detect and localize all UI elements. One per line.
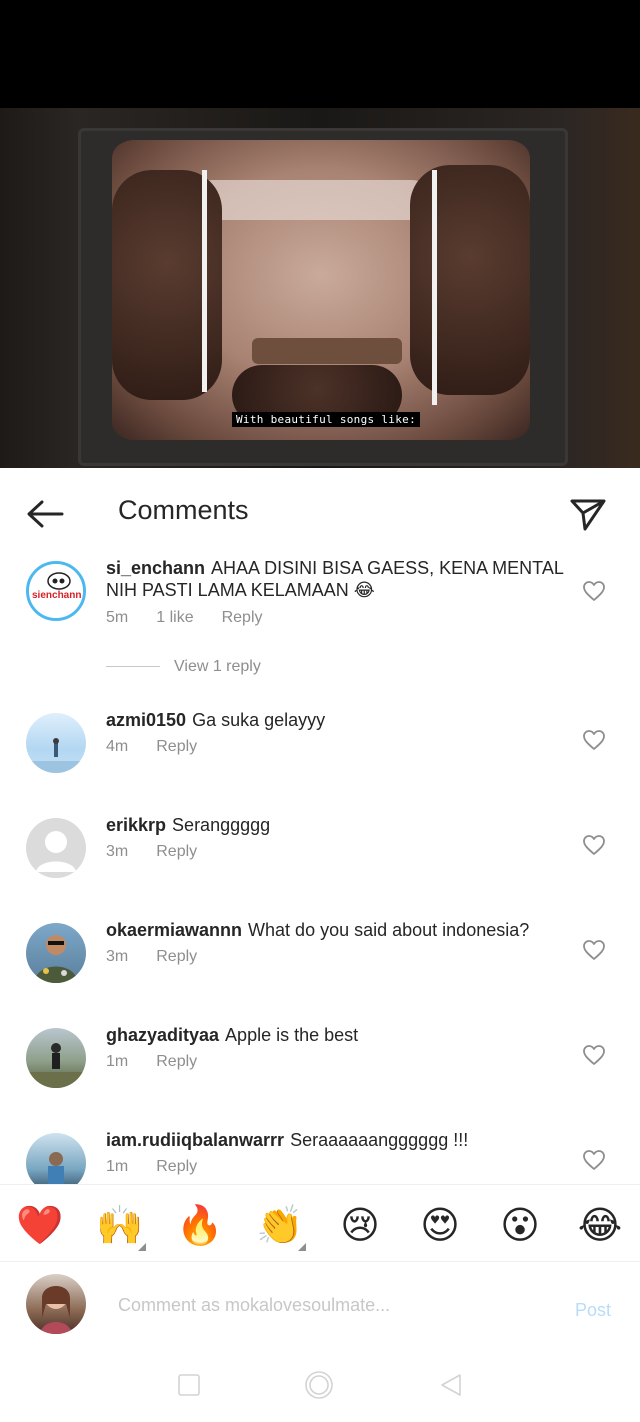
comment-text: Ga suka gelayyy — [192, 710, 326, 730]
avatar-image — [48, 1152, 64, 1184]
raising-hands-emoji-button[interactable]: 🙌 — [96, 1201, 146, 1251]
comment-input[interactable] — [118, 1290, 538, 1320]
avatar-image — [34, 935, 78, 983]
comment-text: Apple is the best — [225, 1025, 359, 1045]
default-avatar-icon — [36, 831, 76, 872]
comment-username[interactable]: iam.rudiiqbalanwarrr — [106, 1130, 284, 1150]
comment-time: 3m — [106, 948, 129, 965]
heart-emoji-button[interactable]: ❤️ — [16, 1201, 64, 1249]
clapping-hands-emoji-button[interactable]: 👏 — [256, 1201, 306, 1251]
tears-of-joy-emoji-button[interactable]: 😂 — [576, 1201, 624, 1249]
video-frame: With beautiful songs like: — [112, 140, 530, 440]
comment-username[interactable]: ghazyadityaa — [106, 1025, 219, 1045]
comments-header: Comments — [0, 468, 640, 556]
comment-time: 5m — [106, 609, 129, 626]
heart-eyes-emoji-button[interactable]: 😍 — [416, 1201, 464, 1249]
comment-time: 1m — [106, 1158, 129, 1175]
reply-button[interactable]: Reply — [156, 1158, 197, 1176]
comment-text: Seraaaaaangggggg !!! — [290, 1130, 469, 1150]
comment-composer: Post — [0, 1262, 640, 1348]
fire-emoji-button[interactable]: 🔥 — [176, 1201, 224, 1249]
heart-icon[interactable] — [582, 580, 606, 602]
comment-time: 4m — [106, 738, 129, 755]
view-replies-label: View 1 reply — [174, 658, 261, 675]
comment-time: 3m — [106, 843, 129, 860]
avatar[interactable] — [26, 818, 86, 878]
post-button[interactable]: Post — [575, 1300, 611, 1321]
avatar[interactable] — [26, 1028, 86, 1088]
comments-list[interactable]: sienchann si_enchann AHAA DISINI BISA GAE… — [0, 556, 640, 1184]
view-replies-button[interactable]: View 1 reply — [106, 658, 261, 676]
system-nav-bar — [0, 1348, 640, 1422]
avatar-image — [26, 1043, 86, 1088]
avatar[interactable] — [26, 923, 86, 983]
avatar-image — [40, 1286, 72, 1334]
current-user-avatar — [26, 1274, 86, 1334]
reply-button[interactable]: Reply — [156, 1053, 197, 1071]
crying-face-emoji-button[interactable]: 😢 — [336, 1201, 384, 1249]
comment-text: Seranggggg — [172, 815, 271, 835]
heart-icon[interactable] — [582, 1149, 606, 1171]
raising-hands-emoji: 🙌 — [96, 1203, 144, 1247]
clapping-hands-emoji: 👏 — [256, 1203, 304, 1247]
comment-time: 1m — [106, 1053, 129, 1070]
avatar-image — [26, 738, 86, 773]
avatar[interactable] — [26, 713, 86, 773]
page-title: Comments — [118, 495, 249, 525]
heart-icon[interactable] — [582, 834, 606, 856]
heart-icon[interactable] — [582, 1044, 606, 1066]
status-area — [0, 0, 640, 108]
recent-apps-icon[interactable] — [174, 1370, 204, 1400]
back-triangle-icon[interactable] — [436, 1370, 466, 1400]
skin-tone-indicator — [298, 1243, 306, 1251]
heart-icon[interactable] — [582, 939, 606, 961]
avatar-text: sienchann — [32, 590, 81, 601]
comment-username[interactable]: okaermiawannn — [106, 920, 242, 940]
reply-button[interactable]: Reply — [156, 948, 197, 966]
comment-username[interactable]: azmi0150 — [106, 710, 186, 730]
reply-button[interactable]: Reply — [222, 609, 263, 627]
comment-username[interactable]: erikkrp — [106, 815, 166, 835]
paper-plane-icon — [570, 499, 606, 531]
home-icon[interactable] — [304, 1370, 334, 1400]
skin-tone-indicator — [138, 1243, 146, 1251]
arrow-left-icon — [27, 500, 64, 528]
comment-likes[interactable]: 1 like — [156, 609, 193, 627]
video-subtitle: With beautiful songs like: — [232, 412, 420, 427]
surprised-face-emoji-button[interactable]: 😮 — [496, 1201, 544, 1249]
back-button[interactable] — [24, 496, 66, 532]
avatar[interactable] — [26, 1133, 86, 1184]
comment-username[interactable]: si_enchann — [106, 558, 205, 578]
emoji-quick-bar: ❤️ 🙌 🔥 👏 😢 😍 😮 😂 — [0, 1184, 640, 1262]
reply-button[interactable]: Reply — [156, 738, 197, 756]
avatar[interactable]: sienchann — [26, 561, 86, 621]
comment-text: What do you said about indonesia? — [248, 920, 530, 940]
avatar-image: sienchann — [29, 564, 83, 618]
reply-thread-line — [106, 666, 160, 668]
reply-button[interactable]: Reply — [156, 843, 197, 861]
share-button[interactable] — [568, 496, 608, 532]
heart-icon[interactable] — [582, 729, 606, 751]
